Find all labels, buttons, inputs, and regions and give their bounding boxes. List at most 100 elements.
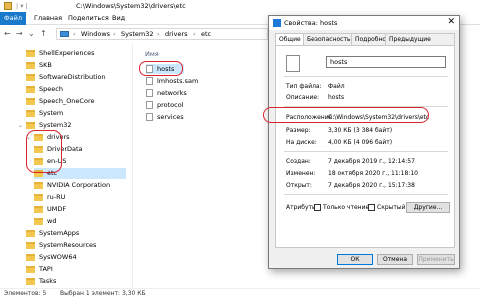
created-label: Создан: (286, 158, 311, 165)
folder-icon (26, 61, 35, 69)
nav-item-tasks[interactable]: Tasks (26, 276, 56, 287)
divider (284, 151, 448, 152)
divider (284, 194, 448, 195)
file-icon (146, 101, 153, 109)
nav-item-systemapps[interactable]: SystemApps (26, 228, 79, 239)
chevron-down-icon[interactable]: ⌄ (18, 120, 24, 131)
tab-file[interactable]: Файл (0, 12, 26, 25)
dialog-tabs: Общие Безопасность Подробно Предыдущие в… (275, 33, 455, 54)
nav-item-nvidia-corporation[interactable]: NVIDIA Corporation (34, 180, 110, 191)
hidden-checkbox[interactable] (368, 204, 375, 211)
status-bar: Элементов: 5 Выбран 1 элемент: 3,30 КБ (0, 288, 480, 299)
address-bar: ← → ⌄ ↑ › Windows › System32 › drivers ›… (0, 25, 270, 42)
nav-item-softwaredistribution[interactable]: SoftwareDistribution (26, 72, 106, 83)
size-label: Размер: (286, 127, 311, 134)
tab-security[interactable]: Безопасность (303, 33, 355, 45)
nav-item-shellexperiences[interactable]: ShellExperiences (26, 48, 95, 59)
file-list[interactable]: Имя hosts lmhosts.sam networks protocol … (140, 46, 270, 286)
folder-icon (34, 193, 43, 201)
forward-arrow-icon[interactable]: → (16, 29, 23, 38)
highlight-oval-nav (26, 130, 62, 173)
nav-item-syswow64[interactable]: SysWOW64 (26, 252, 77, 263)
nav-item-speech-onecore[interactable]: Speech_OneCore (26, 96, 94, 107)
column-header-name[interactable]: Имя (145, 50, 159, 58)
folder-icon (26, 253, 35, 261)
folder-icon (26, 229, 35, 237)
type-label: Тип файла: (286, 83, 322, 90)
opened-value: 7 декабря 2020 г., 15:17:38 (328, 182, 415, 189)
disk-size-value: 4,00 КБ (4 096 байт) (328, 139, 393, 146)
description-value: hosts (328, 94, 345, 101)
folder-icon (26, 241, 35, 249)
description-label: Описание: (286, 94, 320, 101)
status-selection: Выбран 1 элемент: 3,30 КБ (60, 290, 146, 297)
modified-label: Изменен: (286, 170, 316, 177)
file-icon (146, 89, 153, 97)
quick-access-toolbar[interactable]: | ▾ | (16, 2, 28, 10)
highlight-oval-hosts (139, 61, 183, 76)
advanced-button[interactable]: Другие... (406, 202, 450, 213)
size-value: 3,30 КБ (3 384 байт) (328, 127, 393, 134)
ok-button[interactable]: ОК (337, 254, 373, 265)
nav-item-system[interactable]: System (26, 108, 63, 119)
file-icon (146, 113, 153, 121)
properties-dialog: Свойства: hosts ✕ Общие Безопасность Под… (268, 15, 460, 269)
nav-item-systemresources[interactable]: SystemResources (26, 240, 96, 251)
highlight-oval-location (263, 107, 429, 123)
folder-icon (26, 109, 35, 117)
explorer-titlebar: | ▾ | C:\Windows\System32\drivers\etc (0, 0, 480, 12)
address-input[interactable]: › Windows › System32 › drivers › etc (56, 28, 268, 40)
file-row-protocol[interactable]: protocol (146, 100, 184, 110)
status-item-count: Элементов: 5 (4, 290, 47, 297)
folder-icon (34, 217, 43, 225)
hidden-label: Скрытый (377, 204, 406, 211)
dialog-title: Свойства: hosts (284, 19, 338, 27)
breadcrumb-system32[interactable]: System32 (121, 30, 154, 39)
file-icon (146, 77, 153, 85)
tab-home[interactable]: Главная (34, 12, 62, 25)
nav-item-umdf[interactable]: UMDF (34, 204, 66, 215)
file-row-services[interactable]: services (146, 112, 184, 122)
properties-icon (273, 19, 281, 27)
folder-icon (26, 73, 35, 81)
tab-share[interactable]: Поделиться (68, 12, 109, 25)
disk-size-label: На диске: (286, 139, 317, 146)
filename-input[interactable]: hosts (326, 56, 446, 68)
tab-previous-versions[interactable]: Предыдущие версии (385, 33, 455, 54)
folder-icon (26, 121, 35, 129)
type-value: Файл (328, 83, 345, 90)
breadcrumb-drivers[interactable]: drivers (165, 30, 188, 39)
folder-icon (26, 265, 35, 273)
created-value: 7 декабря 2019 г., 12:14:57 (328, 158, 415, 165)
breadcrumb-etc[interactable]: etc (201, 30, 211, 39)
window-title: C:\Windows\System32\drivers\etc (76, 2, 186, 10)
readonly-checkbox[interactable] (314, 204, 321, 211)
close-icon[interactable]: ✕ (447, 17, 455, 27)
apply-button[interactable]: Применить (417, 254, 455, 265)
breadcrumb-windows[interactable]: Windows (81, 30, 110, 39)
navigation-pane[interactable]: ShellExperiences SKB SoftwareDistributio… (0, 44, 133, 288)
general-tab-panel: hosts Тип файла: Файл Описание: hosts Ра… (275, 45, 455, 248)
folder-icon (4, 2, 12, 10)
folder-icon (26, 97, 35, 105)
file-icon (286, 55, 300, 72)
folder-icon (34, 181, 43, 189)
cancel-button[interactable]: Отмена (377, 254, 413, 265)
opened-label: Открыт: (286, 182, 312, 189)
file-row-networks[interactable]: networks (146, 88, 187, 98)
nav-item-tapi[interactable]: TAPI (26, 264, 53, 275)
recent-chevron-icon[interactable]: ⌄ (28, 29, 35, 38)
folder-icon (26, 49, 35, 57)
up-arrow-icon[interactable]: ↑ (40, 29, 47, 38)
modified-value: 18 октября 2020 г., 11:18:10 (328, 170, 418, 177)
file-row-lmhosts[interactable]: lmhosts.sam (146, 76, 198, 86)
back-arrow-icon[interactable]: ← (4, 29, 11, 38)
tab-view[interactable]: Вид (112, 12, 125, 25)
dialog-titlebar: Свойства: hosts ✕ (269, 16, 459, 30)
computer-icon (60, 31, 69, 37)
nav-item-ru-ru[interactable]: ru-RU (34, 192, 65, 203)
nav-item-skb[interactable]: SKB (26, 60, 52, 71)
readonly-label: Только чтение (323, 204, 370, 211)
nav-item-speech[interactable]: Speech (26, 84, 63, 95)
nav-item-wd[interactable]: wd (34, 216, 56, 227)
